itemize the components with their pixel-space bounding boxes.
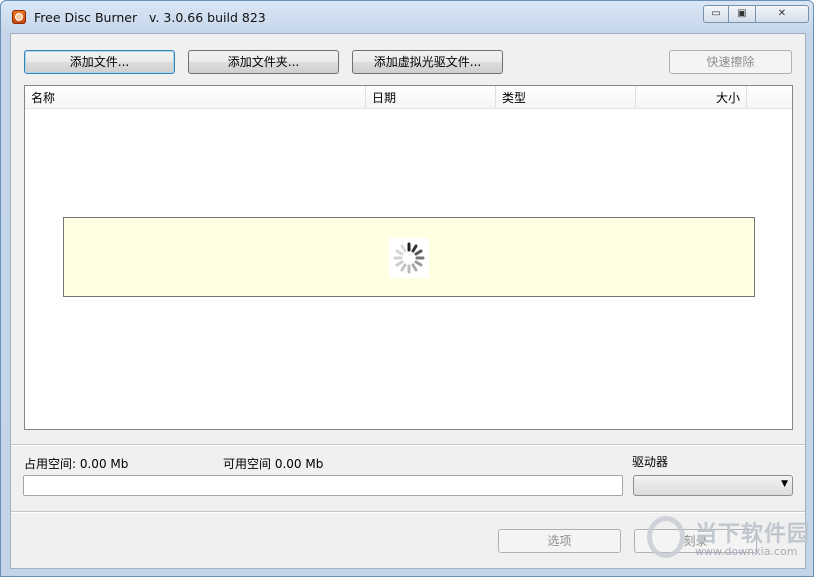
- add-virtual-drive-files-button[interactable]: 添加虚拟光驱文件...: [352, 50, 503, 74]
- quick-erase-button[interactable]: 快速擦除: [669, 50, 792, 74]
- window-title: Free Disc Burner v. 3.0.66 build 823: [34, 10, 266, 25]
- add-folder-button[interactable]: 添加文件夹...: [188, 50, 339, 74]
- title-bar[interactable]: Free Disc Burner v. 3.0.66 build 823 ▭ ▣…: [1, 1, 813, 33]
- divider: [11, 511, 805, 513]
- drive-select[interactable]: ▼: [633, 475, 793, 496]
- loading-panel: [63, 217, 755, 297]
- add-files-button[interactable]: 添加文件...: [24, 50, 175, 74]
- watermark-url: www.downxia.com: [695, 545, 798, 558]
- drive-label: 驱动器: [632, 455, 669, 469]
- client-area: 添加文件... 添加文件夹... 添加虚拟光驱文件... 快速擦除 名称 日期 …: [10, 33, 806, 569]
- app-window: Free Disc Burner v. 3.0.66 build 823 ▭ ▣…: [0, 0, 814, 577]
- capacity-progress-bar: [23, 475, 623, 496]
- divider: [11, 444, 805, 446]
- minimize-button[interactable]: ▭: [703, 5, 729, 23]
- chevron-down-icon[interactable]: ▼: [781, 479, 788, 489]
- list-header: 名称 日期 类型 大小: [25, 86, 792, 109]
- file-list[interactable]: 名称 日期 类型 大小: [24, 85, 793, 430]
- options-button[interactable]: 选项: [498, 529, 621, 553]
- column-name[interactable]: 名称: [25, 86, 366, 108]
- disc-burner-icon: [12, 10, 26, 24]
- watermark-name: 当下软件园: [695, 522, 811, 547]
- close-button[interactable]: ✕: [756, 5, 809, 23]
- free-space-label: 可用空间 0.00 Mb: [223, 457, 324, 471]
- watermark-logo-icon: [647, 516, 685, 558]
- maximize-button[interactable]: ▣: [729, 5, 756, 23]
- column-size[interactable]: 大小: [636, 86, 747, 108]
- used-space-label: 占用空间: 0.00 Mb: [24, 457, 129, 471]
- column-type[interactable]: 类型: [496, 86, 636, 108]
- watermark: 当下软件园 www.downxia.com: [643, 514, 815, 578]
- column-date[interactable]: 日期: [366, 86, 496, 108]
- spinner-icon: [389, 238, 429, 278]
